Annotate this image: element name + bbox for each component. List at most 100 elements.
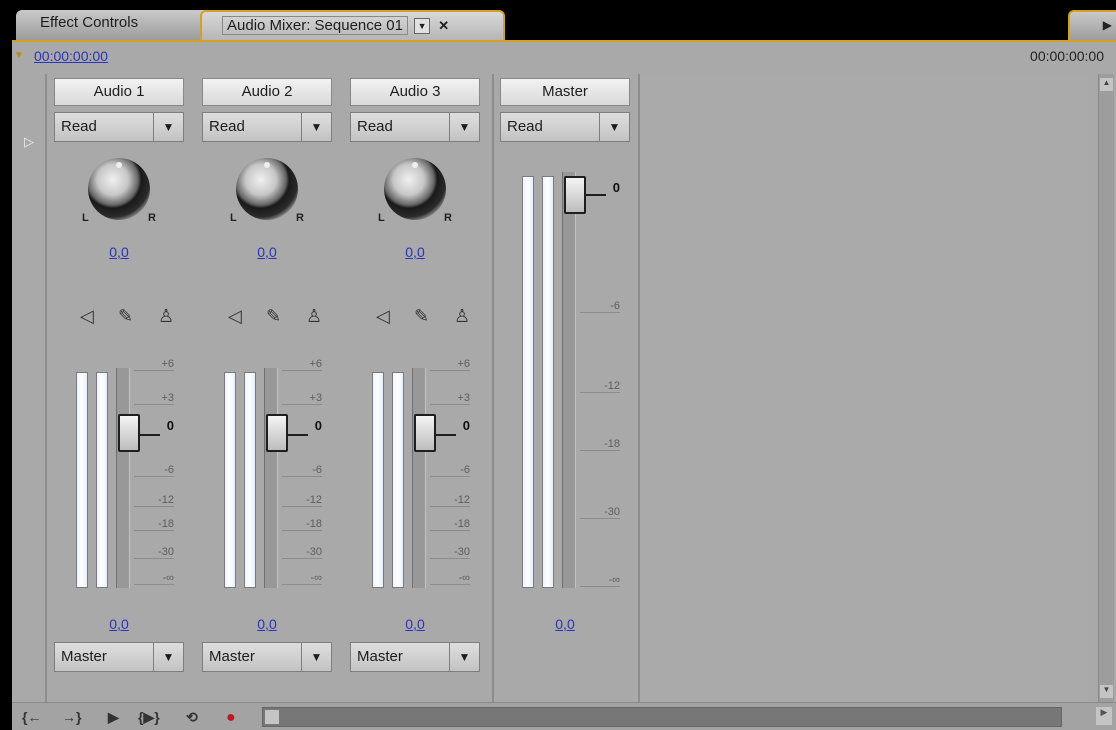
channel-name: Audio 1: [54, 78, 184, 106]
fader-track: [412, 368, 426, 588]
vertical-scrollbar[interactable]: ▲ ▼: [1098, 74, 1114, 702]
scale-tick: +3: [430, 392, 470, 405]
volume-value[interactable]: 0,0: [202, 616, 332, 632]
record-icon[interactable]: ●: [226, 709, 236, 727]
automation-mode-select[interactable]: Read ▼: [350, 112, 480, 142]
go-to-out-point-button[interactable]: →}: [62, 709, 81, 725]
mixer-empty-area: [640, 74, 1088, 702]
channel-name: Master: [500, 78, 630, 106]
chevron-down-icon: ▼: [301, 643, 331, 671]
show-effects-arrow-icon[interactable]: ▷: [24, 134, 34, 150]
microphone-icon[interactable]: ♙: [454, 306, 470, 327]
pan-left-label: L: [82, 212, 89, 224]
pan-value[interactable]: 0,0: [202, 244, 332, 260]
scale-tick: -30: [430, 546, 470, 559]
play-button[interactable]: ▶: [108, 709, 119, 726]
level-meter-left: [76, 372, 88, 588]
chevron-down-icon: ▼: [153, 113, 183, 141]
go-to-in-point-button[interactable]: {←: [22, 709, 41, 725]
scale-tick: -∞: [580, 574, 620, 587]
pan-knob[interactable]: [384, 158, 446, 220]
current-timecode[interactable]: 00:00:00:00: [34, 48, 108, 64]
pan-right-label: R: [296, 212, 304, 224]
scale-tick: -∞: [430, 572, 470, 585]
pan-right-label: R: [148, 212, 156, 224]
pan-right-label: R: [444, 212, 452, 224]
scale-tick: -∞: [282, 572, 322, 585]
play-in-to-out-button[interactable]: {▶}: [138, 709, 160, 726]
scroll-thumb[interactable]: [265, 710, 279, 724]
pan-value[interactable]: 0,0: [54, 244, 184, 260]
chevron-down-icon: ▼: [449, 643, 479, 671]
scroll-up-icon[interactable]: ▲: [1100, 78, 1113, 91]
automation-mode-value: Read: [357, 118, 393, 135]
level-meter-left: [522, 176, 534, 588]
level-meter-right: [96, 372, 108, 588]
output-select[interactable]: Master ▼: [54, 642, 184, 672]
channel-audio-1: Audio 1 Read ▼ L R 0,0 ◁ ✎ ♙ +6 +3 0 -6 …: [54, 78, 184, 678]
scale-tick: +6: [134, 358, 174, 371]
scale-tick: 0: [612, 180, 620, 195]
output-value: Master: [357, 648, 403, 665]
output-select[interactable]: Master ▼: [350, 642, 480, 672]
play-icon: ▶: [1102, 18, 1112, 32]
pan-knob[interactable]: [88, 158, 150, 220]
microphone-icon[interactable]: ♙: [306, 306, 322, 327]
chevron-down-icon: ▼: [449, 113, 479, 141]
tab-effect-controls[interactable]: Effect Controls: [16, 10, 216, 40]
scale-tick: 0: [314, 418, 322, 433]
speaker-icon[interactable]: ◁: [80, 306, 94, 327]
tab-effect-controls-label: Effect Controls: [40, 14, 139, 31]
tab-next-panel[interactable]: ▶: [1068, 10, 1116, 40]
level-meter-right: [244, 372, 256, 588]
headphone-icon[interactable]: ✎: [414, 306, 429, 327]
output-value: Master: [209, 648, 255, 665]
audio-mixer-panel: ▼ 00:00:00:00 00:00:00:00 ▷ Audio 1 Read…: [12, 40, 1116, 730]
channel-master: Master Read ▼ 0 -6 -12 -18 -30 -∞ 0,0: [500, 78, 630, 678]
pan-knob[interactable]: [236, 158, 298, 220]
scale-tick: -6: [134, 464, 174, 477]
microphone-icon[interactable]: ♙: [158, 306, 174, 327]
channel-audio-3: Audio 3 Read ▼ L R 0,0 ◁ ✎ ♙ +6 +3 0 -6 …: [350, 78, 480, 678]
headphone-icon[interactable]: ✎: [266, 306, 281, 327]
speaker-icon[interactable]: ◁: [376, 306, 390, 327]
horizontal-scrollbar[interactable]: [262, 707, 1062, 727]
channel-audio-2: Audio 2 Read ▼ L R 0,0 ◁ ✎ ♙ +6 +3 0 -6 …: [202, 78, 332, 678]
scale-tick: -18: [580, 438, 620, 451]
transport-bar: {← →} ▶ {▶} ⟲ ● ▶: [12, 702, 1116, 730]
track-buttons: ◁ ✎ ♙: [70, 306, 180, 334]
scroll-right-icon[interactable]: ▶: [1096, 707, 1112, 725]
pan-left-label: L: [378, 212, 385, 224]
loop-icon[interactable]: ⟲: [186, 709, 198, 726]
pan-value[interactable]: 0,0: [350, 244, 480, 260]
automation-mode-select[interactable]: Read ▼: [202, 112, 332, 142]
volume-value[interactable]: 0,0: [350, 616, 480, 632]
close-icon[interactable]: ✕: [438, 18, 449, 34]
volume-value[interactable]: 0,0: [54, 616, 184, 632]
channel-name: Audio 2: [202, 78, 332, 106]
level-meter-right: [542, 176, 554, 588]
scroll-down-icon[interactable]: ▼: [1100, 685, 1113, 698]
level-meter-left: [372, 372, 384, 588]
divider: [492, 74, 494, 702]
chevron-down-icon: ▼: [301, 113, 331, 141]
tab-audio-mixer[interactable]: Audio Mixer: Sequence 01 ▼ ✕: [200, 10, 505, 40]
divider: [45, 74, 47, 702]
headphone-icon[interactable]: ✎: [118, 306, 133, 327]
scale-tick: -30: [580, 506, 620, 519]
automation-mode-value: Read: [507, 118, 543, 135]
tab-menu-icon[interactable]: ▼: [414, 18, 431, 35]
output-select[interactable]: Master ▼: [202, 642, 332, 672]
master-volume-value[interactable]: 0,0: [500, 616, 630, 632]
automation-mode-select[interactable]: Read ▼: [500, 112, 630, 142]
automation-mode-value: Read: [61, 118, 97, 135]
speaker-icon[interactable]: ◁: [228, 306, 242, 327]
automation-mode-select[interactable]: Read ▼: [54, 112, 184, 142]
scale-tick: -18: [282, 518, 322, 531]
scale-tick: -12: [282, 494, 322, 507]
pan-left-label: L: [230, 212, 237, 224]
scale-tick: +6: [282, 358, 322, 371]
scale-tick: -18: [134, 518, 174, 531]
scale-tick: +6: [430, 358, 470, 371]
scale-tick: -30: [134, 546, 174, 559]
